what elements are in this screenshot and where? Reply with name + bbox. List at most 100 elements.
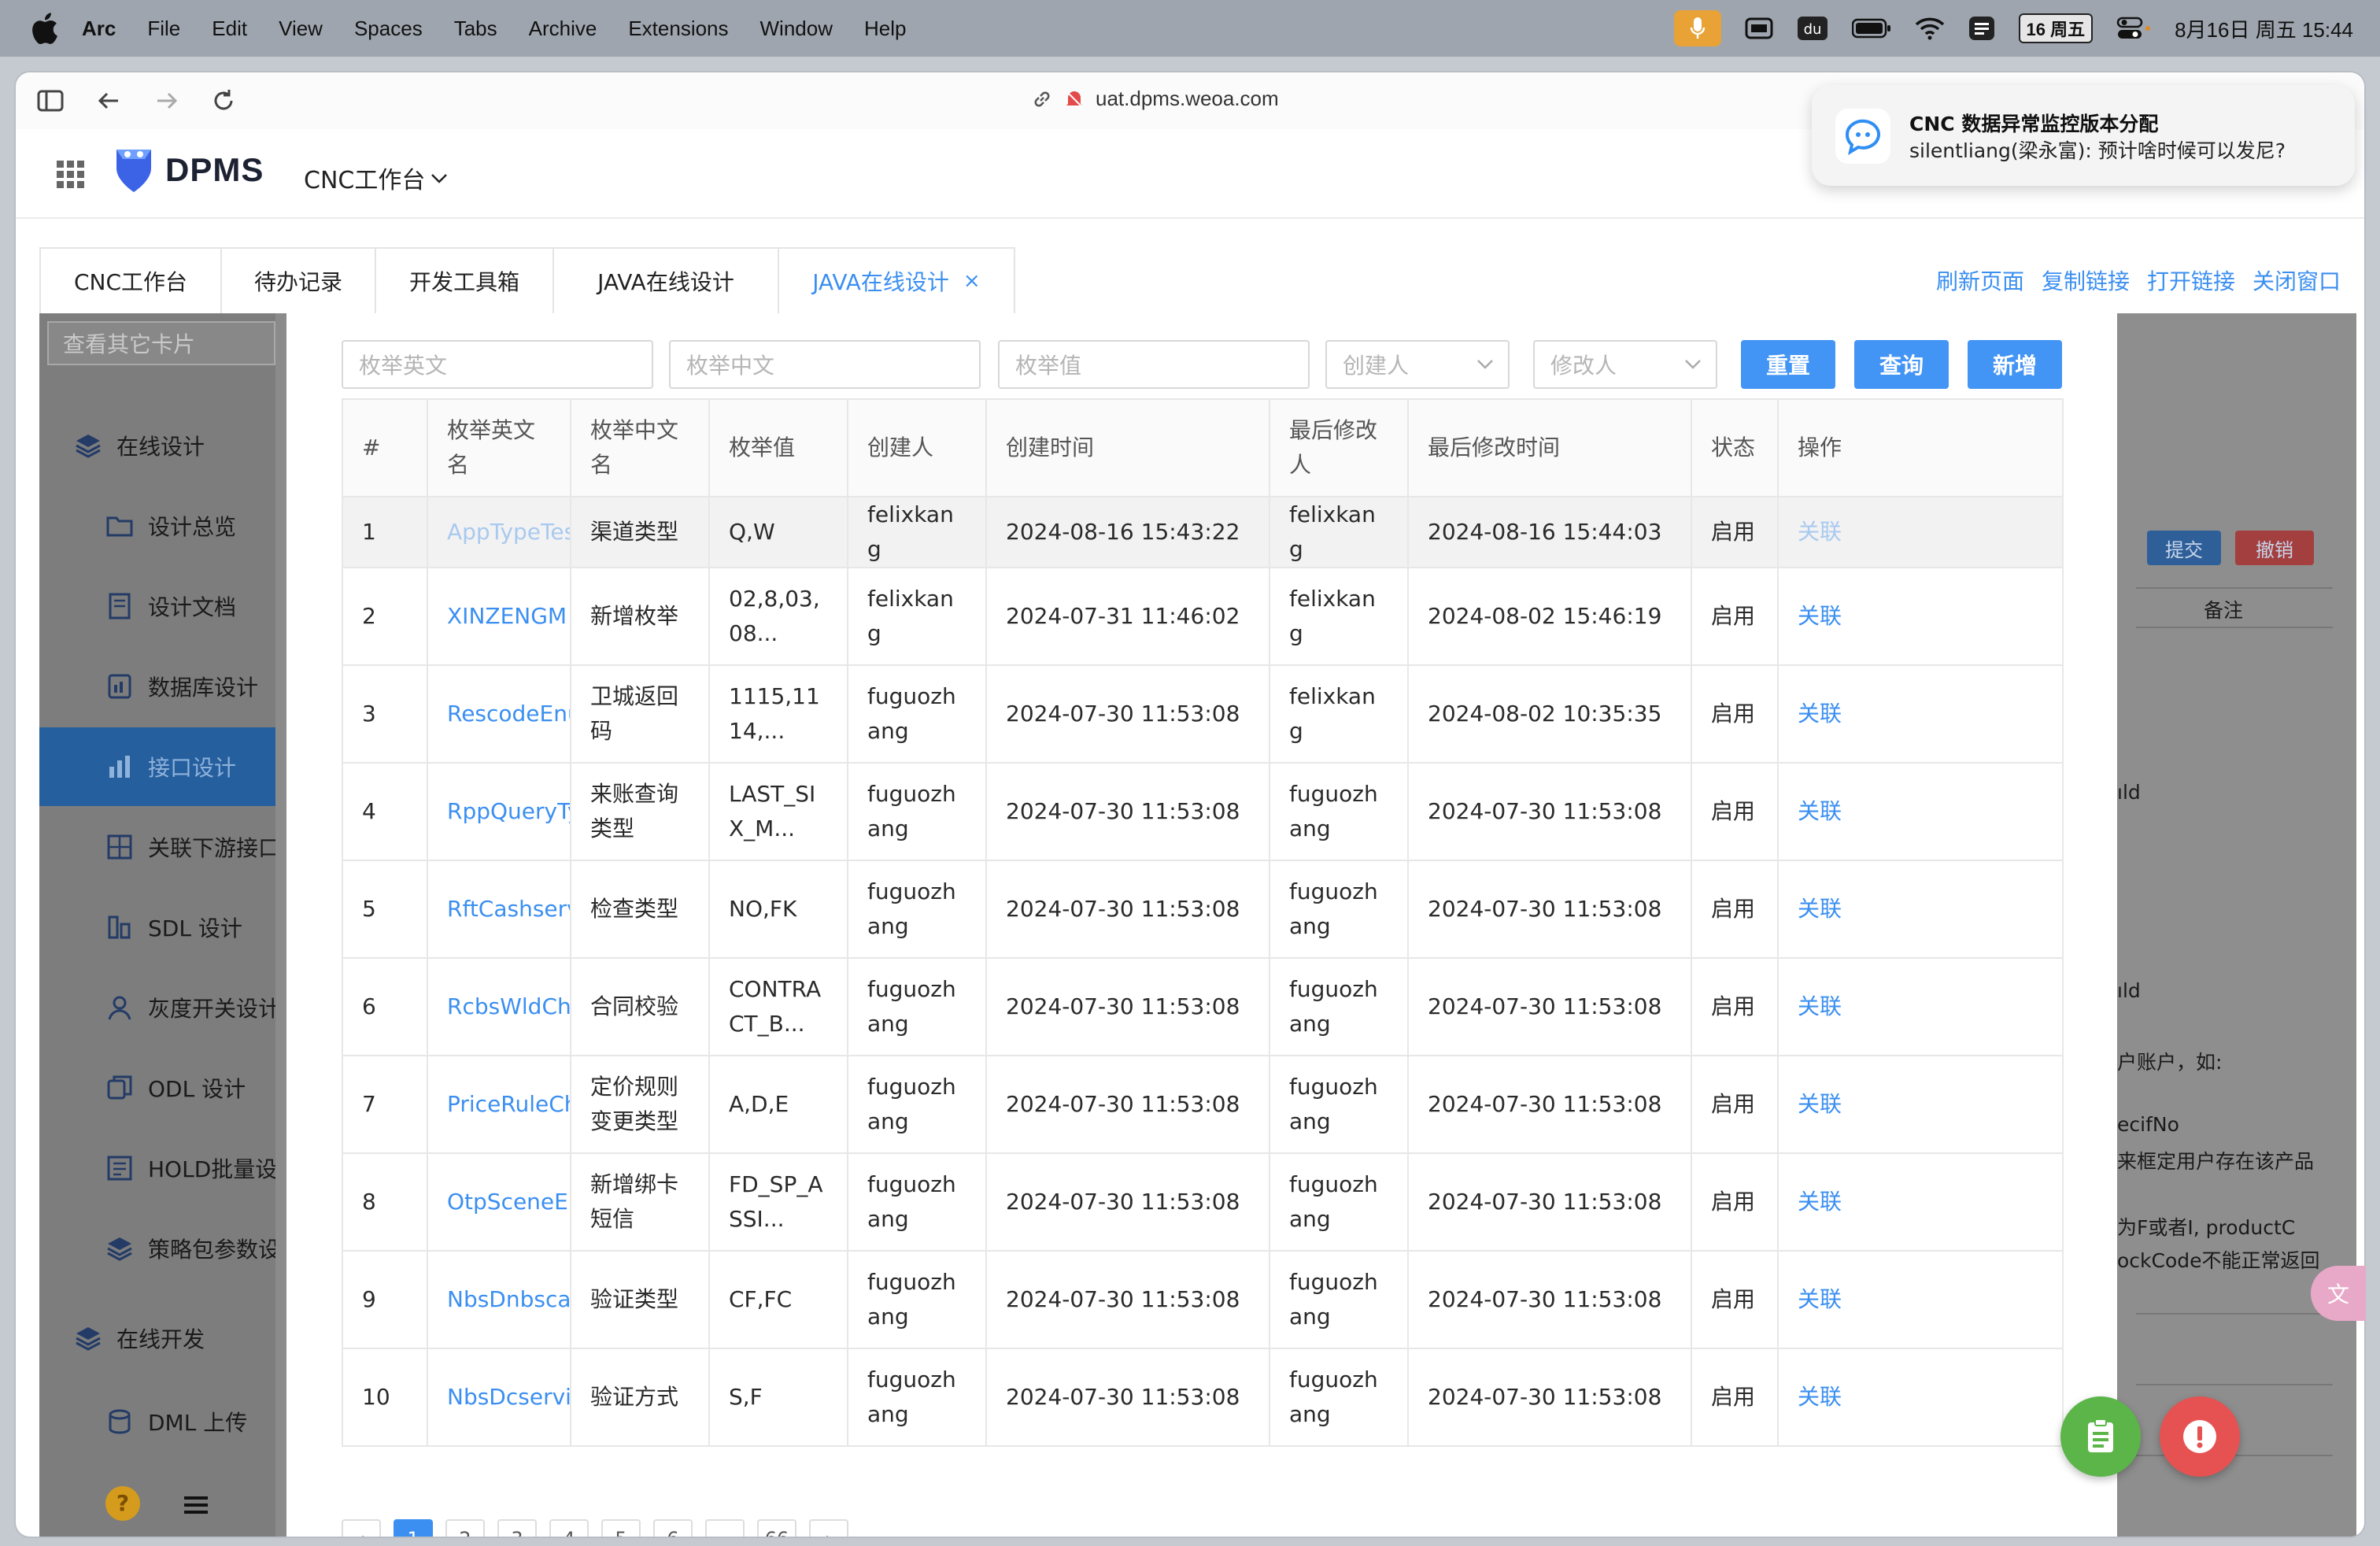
clipboard-fab[interactable] <box>2060 1396 2141 1477</box>
pager-prev[interactable]: ‹ <box>342 1519 381 1537</box>
cell-enum-en-link[interactable]: AppTypeTes <box>427 496 571 568</box>
cell-enum-en-link[interactable]: XINZENGM <box>427 567 571 666</box>
relate-link[interactable]: 关联 <box>1777 1055 2064 1154</box>
pager-page[interactable]: 3 <box>497 1519 537 1537</box>
menu-app-arc[interactable]: Arc <box>82 17 116 41</box>
apps-grid-icon[interactable] <box>57 161 85 189</box>
sidebar-item-downstream-api[interactable]: 关联下游接口 <box>39 808 275 886</box>
sidebar-item-hold-batch[interactable]: HOLD批量设计 <box>39 1129 275 1208</box>
modifier-select[interactable]: 修改人 <box>1533 340 1717 389</box>
table-row[interactable]: 1 AppTypeTes 渠道类型 Q,W felixkang 2024-08-… <box>342 496 2064 568</box>
tab-java-design[interactable]: JAVA在线设计 <box>554 247 779 313</box>
cell-enum-en-link[interactable]: NbsDnbscar <box>427 1250 571 1349</box>
query-button[interactable]: 查询 <box>1854 340 1949 389</box>
sidebar-item-strategy-params[interactable]: 策略包参数设计 <box>39 1209 275 1288</box>
enum-cn-input[interactable]: 枚举中文 <box>669 340 981 389</box>
table-row[interactable]: 10 NbsDcservi 验证方式 S,F fuguozhang 2024-0… <box>342 1348 2064 1447</box>
sidebar-toggle-icon[interactable] <box>36 87 65 115</box>
pager-next[interactable]: › <box>809 1519 848 1537</box>
submit-button[interactable]: 提交 <box>2147 531 2221 565</box>
menu-edit[interactable]: Edit <box>212 17 247 41</box>
window-icon[interactable] <box>1745 17 1773 40</box>
menu-window[interactable]: Window <box>760 17 833 41</box>
back-arrow-icon[interactable] <box>94 87 123 115</box>
calendar-badge[interactable]: 16 周五 <box>2018 13 2094 43</box>
menu-archive[interactable]: Archive <box>529 17 597 41</box>
battery-icon[interactable] <box>1851 18 1891 39</box>
close-window-link[interactable]: 关闭窗口 <box>2252 264 2341 296</box>
cell-enum-en-link[interactable]: NbsDcservi <box>427 1348 571 1447</box>
revoke-button[interactable]: 撤销 <box>2235 531 2314 565</box>
wifi-icon[interactable] <box>1915 17 1945 40</box>
notification-banner[interactable]: CNC 数据异常监控版本分配 silentliang(梁永富): 预计啥时候可以… <box>1812 85 2355 186</box>
table-row[interactable]: 8 OtpSceneEr 新增绑卡短信 FD_SP_ASSI... fuguoz… <box>342 1152 2064 1252</box>
relate-link[interactable]: 关联 <box>1777 860 2064 959</box>
menu-extensions[interactable]: Extensions <box>628 17 728 41</box>
tab-java-design-active[interactable]: JAVA在线设计 × <box>779 247 1015 313</box>
reload-icon[interactable] <box>209 87 238 115</box>
relate-link[interactable]: 关联 <box>1777 1250 2064 1349</box>
sidebar-item-sdl-design[interactable]: SDL 设计 <box>39 888 275 967</box>
pager-page[interactable]: 5 <box>601 1519 641 1537</box>
pager-ellipsis[interactable]: … <box>705 1519 745 1537</box>
pager-page[interactable]: 1 <box>394 1519 433 1537</box>
sidebar-item-dml-upload[interactable]: DML 上传 <box>39 1382 275 1461</box>
table-row[interactable]: 6 RcbsWldCh 合同校验 CONTRACT_B... fuguozhan… <box>342 957 2064 1056</box>
tab-dev-toolbox[interactable]: 开发工具箱 <box>376 247 554 313</box>
menu-collapse-icon[interactable] <box>183 1494 209 1516</box>
baidu-icon[interactable]: du <box>1797 16 1828 41</box>
menu-help[interactable]: Help <box>864 17 906 41</box>
cell-enum-en-link[interactable]: RftCashserv <box>427 860 571 959</box>
sidebar-group-online-design[interactable]: 在线设计 <box>39 406 275 485</box>
sidebar-item-gray-switch[interactable]: 灰度开关设计 <box>39 968 275 1047</box>
pager-page[interactable]: 2 <box>445 1519 485 1537</box>
sidebar-item-api-design[interactable]: 接口设计 <box>39 727 275 806</box>
cell-enum-en-link[interactable]: OtpSceneEr <box>427 1152 571 1252</box>
translate-icon[interactable]: 文 <box>2311 1266 2366 1321</box>
help-icon[interactable]: ? <box>105 1486 140 1521</box>
menu-spaces[interactable]: Spaces <box>354 17 423 41</box>
menu-view[interactable]: View <box>279 17 323 41</box>
alert-fab[interactable] <box>2160 1396 2240 1477</box>
notes-icon[interactable] <box>1968 16 1995 41</box>
table-row[interactable]: 7 PriceRuleCh 定价规则变更类型 A,D,E fuguozhang … <box>342 1055 2064 1154</box>
table-row[interactable]: 2 XINZENGM 新增枚举 02,8,03,08... felixkang … <box>342 567 2064 666</box>
tab-cnc-workbench[interactable]: CNC工作台 <box>39 247 222 313</box>
menubar-clock[interactable]: 8月16日 周五 15:44 <box>2175 14 2353 43</box>
relate-link[interactable]: 关联 <box>1777 957 2064 1056</box>
close-icon[interactable]: × <box>963 269 981 293</box>
relate-link[interactable]: 关联 <box>1777 1152 2064 1252</box>
table-row[interactable]: 4 RppQueryTy 来账查询类型 LAST_SIX_M... fuguoz… <box>342 762 2064 861</box>
forward-arrow-icon[interactable] <box>153 87 181 115</box>
control-center-icon[interactable] <box>2116 16 2151 41</box>
pager-page[interactable]: 4 <box>549 1519 589 1537</box>
enum-value-input[interactable]: 枚举值 <box>998 340 1310 389</box>
table-row[interactable]: 3 RescodeEnu 卫城返回码 1115,1114,... fuguozh… <box>342 664 2064 764</box>
refresh-page-link[interactable]: 刷新页面 <box>1936 264 2024 296</box>
cell-enum-en-link[interactable]: RescodeEnu <box>427 664 571 764</box>
sidebar-group-online-dev[interactable]: 在线开发 <box>39 1299 275 1378</box>
table-row[interactable]: 9 NbsDnbscar 验证类型 CF,FC fuguozhang 2024-… <box>342 1250 2064 1349</box>
add-button[interactable]: 新增 <box>1968 340 2062 389</box>
copy-link-link[interactable]: 复制链接 <box>2042 264 2130 296</box>
cell-enum-en-link[interactable]: RcbsWldCh <box>427 957 571 1056</box>
url-display[interactable]: uat.dpms.weoa.com <box>1031 87 1279 111</box>
open-link-link[interactable]: 打开链接 <box>2147 264 2235 296</box>
cell-enum-en-link[interactable]: RppQueryTy <box>427 762 571 861</box>
relate-link[interactable]: 关联 <box>1777 1348 2064 1447</box>
sidebar-item-database-design[interactable]: 数据库设计 <box>39 647 275 726</box>
menu-file[interactable]: File <box>147 17 180 41</box>
relate-link[interactable]: 关联 <box>1777 496 2064 568</box>
pager-page[interactable]: 6 <box>653 1519 693 1537</box>
dpms-logo[interactable]: DPMS <box>113 146 264 194</box>
pager-page[interactable]: 66 <box>757 1519 796 1537</box>
tab-todo-records[interactable]: 待办记录 <box>222 247 376 313</box>
workspace-dropdown[interactable]: CNC工作台 <box>304 161 449 195</box>
sidebar-item-odl-design[interactable]: ODL 设计 <box>39 1049 275 1127</box>
menu-tabs[interactable]: Tabs <box>454 17 497 41</box>
relate-link[interactable]: 关联 <box>1777 762 2064 861</box>
cell-enum-en-link[interactable]: PriceRuleCh <box>427 1055 571 1154</box>
relate-link[interactable]: 关联 <box>1777 567 2064 666</box>
enum-en-input[interactable]: 枚举英文 <box>342 340 653 389</box>
apple-icon[interactable] <box>28 11 60 46</box>
